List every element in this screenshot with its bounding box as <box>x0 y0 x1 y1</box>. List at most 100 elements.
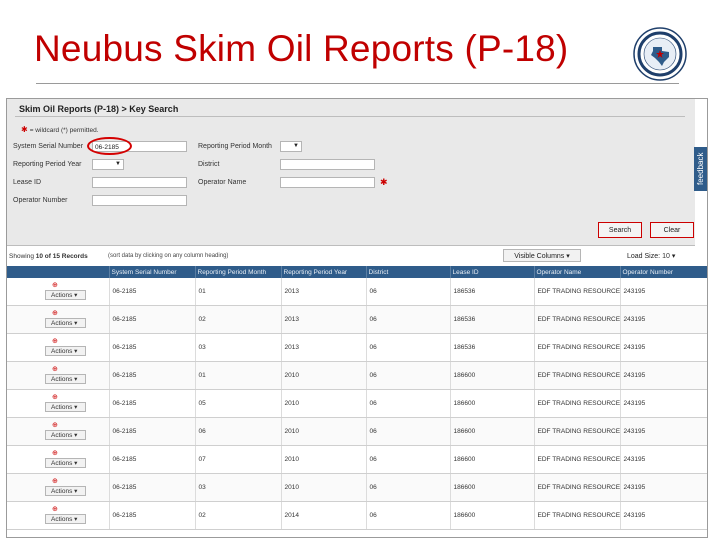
chevron-down-icon: ▾ <box>74 376 78 383</box>
cell-district: 06 <box>366 501 451 530</box>
cell-period-year: 2013 <box>281 305 367 334</box>
reporting-period-year-label: Reporting Period Year <box>13 161 82 168</box>
table-row: ⊕ Actions ▾ 06-2185 01 2010 06 186600 EDF TRADI… <box>7 361 707 390</box>
expand-plus-icon[interactable]: ⊕ <box>52 365 58 373</box>
breadcrumb-divider <box>15 116 685 117</box>
cell-operator-name: EDF TRADING RESOURCES, LLC <box>534 333 621 362</box>
results-table: System Serial Number Reporting Period Mo… <box>7 266 707 530</box>
column-header-system-serial[interactable]: System Serial Number <box>109 266 196 278</box>
column-header-district[interactable]: District <box>366 266 451 278</box>
actions-button[interactable]: Actions ▾ <box>45 318 86 328</box>
chevron-down-icon: ▾ <box>74 488 78 495</box>
column-header-operator-number[interactable]: Operator Number <box>620 266 707 278</box>
cell-period-month: 07 <box>195 445 282 474</box>
cell-system-serial: 06-2185 <box>109 305 196 334</box>
cell-system-serial: 06-2185 <box>109 278 196 306</box>
table-header-row: System Serial Number Reporting Period Mo… <box>7 266 707 278</box>
district-input[interactable] <box>280 159 375 170</box>
actions-button[interactable]: Actions ▾ <box>45 514 86 524</box>
load-size-value: 10 <box>662 253 670 260</box>
cell-operator-number: 243195 <box>620 278 707 306</box>
reporting-period-month-select[interactable]: ▼ <box>280 141 302 152</box>
cell-lease-id: 186600 <box>450 473 535 502</box>
cell-lease-id: 186536 <box>450 333 535 362</box>
column-header-period-year[interactable]: Reporting Period Year <box>281 266 367 278</box>
cell-district: 06 <box>366 333 451 362</box>
expand-plus-icon[interactable]: ⊕ <box>52 309 58 317</box>
operator-name-input[interactable] <box>280 177 375 188</box>
cell-period-month: 03 <box>195 333 282 362</box>
expand-plus-icon[interactable]: ⊕ <box>52 393 58 401</box>
expand-plus-icon[interactable]: ⊕ <box>52 505 58 513</box>
district-label: District <box>198 161 220 168</box>
reporting-period-year-select[interactable]: ▼ <box>92 159 124 170</box>
column-header-lease-id[interactable]: Lease ID <box>450 266 535 278</box>
table-row: ⊕ Actions ▾ 06-2185 03 2010 06 186600 EDF TRADI… <box>7 473 707 502</box>
cell-operator-name: EDF TRADING RESOURCES, LLC <box>534 278 621 306</box>
results-table-body: ⊕ Actions ▾ 06-2185 01 2013 06 186536 EDF TRADI… <box>7 278 707 530</box>
cell-period-year: 2013 <box>281 333 367 362</box>
cell-lease-id: 186600 <box>450 501 535 530</box>
actions-label: Actions <box>51 488 73 495</box>
records-count: Showing 10 of 15 Records <box>9 253 88 260</box>
cell-system-serial: 06-2185 <box>109 473 196 502</box>
column-header-operator-name[interactable]: Operator Name <box>534 266 621 278</box>
actions-button[interactable]: Actions ▾ <box>45 290 86 300</box>
cell-lease-id: 186600 <box>450 445 535 474</box>
cell-operator-name: EDF TRADING RESOURCES, LLC <box>534 305 621 334</box>
actions-button[interactable]: Actions ▾ <box>45 486 86 496</box>
wildcard-note-text: = wildcard (*) permitted. <box>29 127 99 134</box>
column-header-actions <box>7 266 110 278</box>
cell-operator-name: EDF TRADING RESOURCES, LLC <box>534 361 621 390</box>
skim-oil-app-window: Skim Oil Reports (P-18) > Key Search ✱ = … <box>6 98 708 538</box>
cell-operator-name: EDF TRADING RESOURCES, LLC <box>534 445 621 474</box>
cell-district: 06 <box>366 445 451 474</box>
feedback-tab[interactable]: feedback <box>694 147 707 191</box>
chevron-down-icon: ▾ <box>671 253 676 260</box>
chevron-down-icon: ▼ <box>293 143 299 149</box>
chevron-down-icon: ▾ <box>74 460 78 467</box>
search-button[interactable]: Search <box>598 222 642 238</box>
results-toolbar: Showing 10 of 15 Records (sort data by c… <box>7 247 707 267</box>
cell-actions: ⊕ Actions ▾ <box>7 501 110 530</box>
cell-operator-number: 243195 <box>620 389 707 418</box>
actions-button[interactable]: Actions ▾ <box>45 346 86 356</box>
column-header-period-month[interactable]: Reporting Period Month <box>195 266 282 278</box>
cell-system-serial: 06-2185 <box>109 333 196 362</box>
cell-system-serial: 06-2185 <box>109 361 196 390</box>
actions-button[interactable]: Actions ▾ <box>45 458 86 468</box>
cell-period-year: 2013 <box>281 278 367 306</box>
expand-plus-icon[interactable]: ⊕ <box>52 449 58 457</box>
chevron-down-icon: ▼ <box>115 161 121 167</box>
load-size-control[interactable]: Load Size: 10 ▾ <box>627 252 675 260</box>
expand-plus-icon[interactable]: ⊕ <box>52 337 58 345</box>
actions-label: Actions <box>51 376 73 383</box>
cell-actions: ⊕ Actions ▾ <box>7 361 110 390</box>
clear-button[interactable]: Clear <box>650 222 694 238</box>
visible-columns-button[interactable]: Visible Columns ▾ <box>503 249 581 262</box>
expand-plus-icon[interactable]: ⊕ <box>52 281 58 289</box>
highlight-circle <box>87 137 132 155</box>
actions-label: Actions <box>51 320 73 327</box>
title-divider <box>36 83 679 84</box>
cell-period-year: 2010 <box>281 361 367 390</box>
cell-actions: ⊕ Actions ▾ <box>7 473 110 502</box>
expand-plus-icon[interactable]: ⊕ <box>52 421 58 429</box>
lease-id-input[interactable] <box>92 177 187 188</box>
cell-operator-number: 243195 <box>620 501 707 530</box>
actions-button[interactable]: Actions ▾ <box>45 430 86 440</box>
operator-number-input[interactable] <box>92 195 187 206</box>
cell-district: 06 <box>366 278 451 306</box>
cell-actions: ⊕ Actions ▾ <box>7 333 110 362</box>
expand-plus-icon[interactable]: ⊕ <box>52 477 58 485</box>
chevron-down-icon: ▾ <box>74 404 78 411</box>
slide-title: Neubus Skim Oil Reports (P-18) <box>34 28 569 69</box>
breadcrumb: Skim Oil Reports (P-18) > Key Search <box>19 104 179 114</box>
chevron-down-icon: ▾ <box>74 320 78 327</box>
cell-system-serial: 06-2185 <box>109 501 196 530</box>
cell-operator-number: 243195 <box>620 473 707 502</box>
actions-button[interactable]: Actions ▾ <box>45 402 86 412</box>
actions-label: Actions <box>51 460 73 467</box>
actions-button[interactable]: Actions ▾ <box>45 374 86 384</box>
cell-operator-number: 243195 <box>620 361 707 390</box>
